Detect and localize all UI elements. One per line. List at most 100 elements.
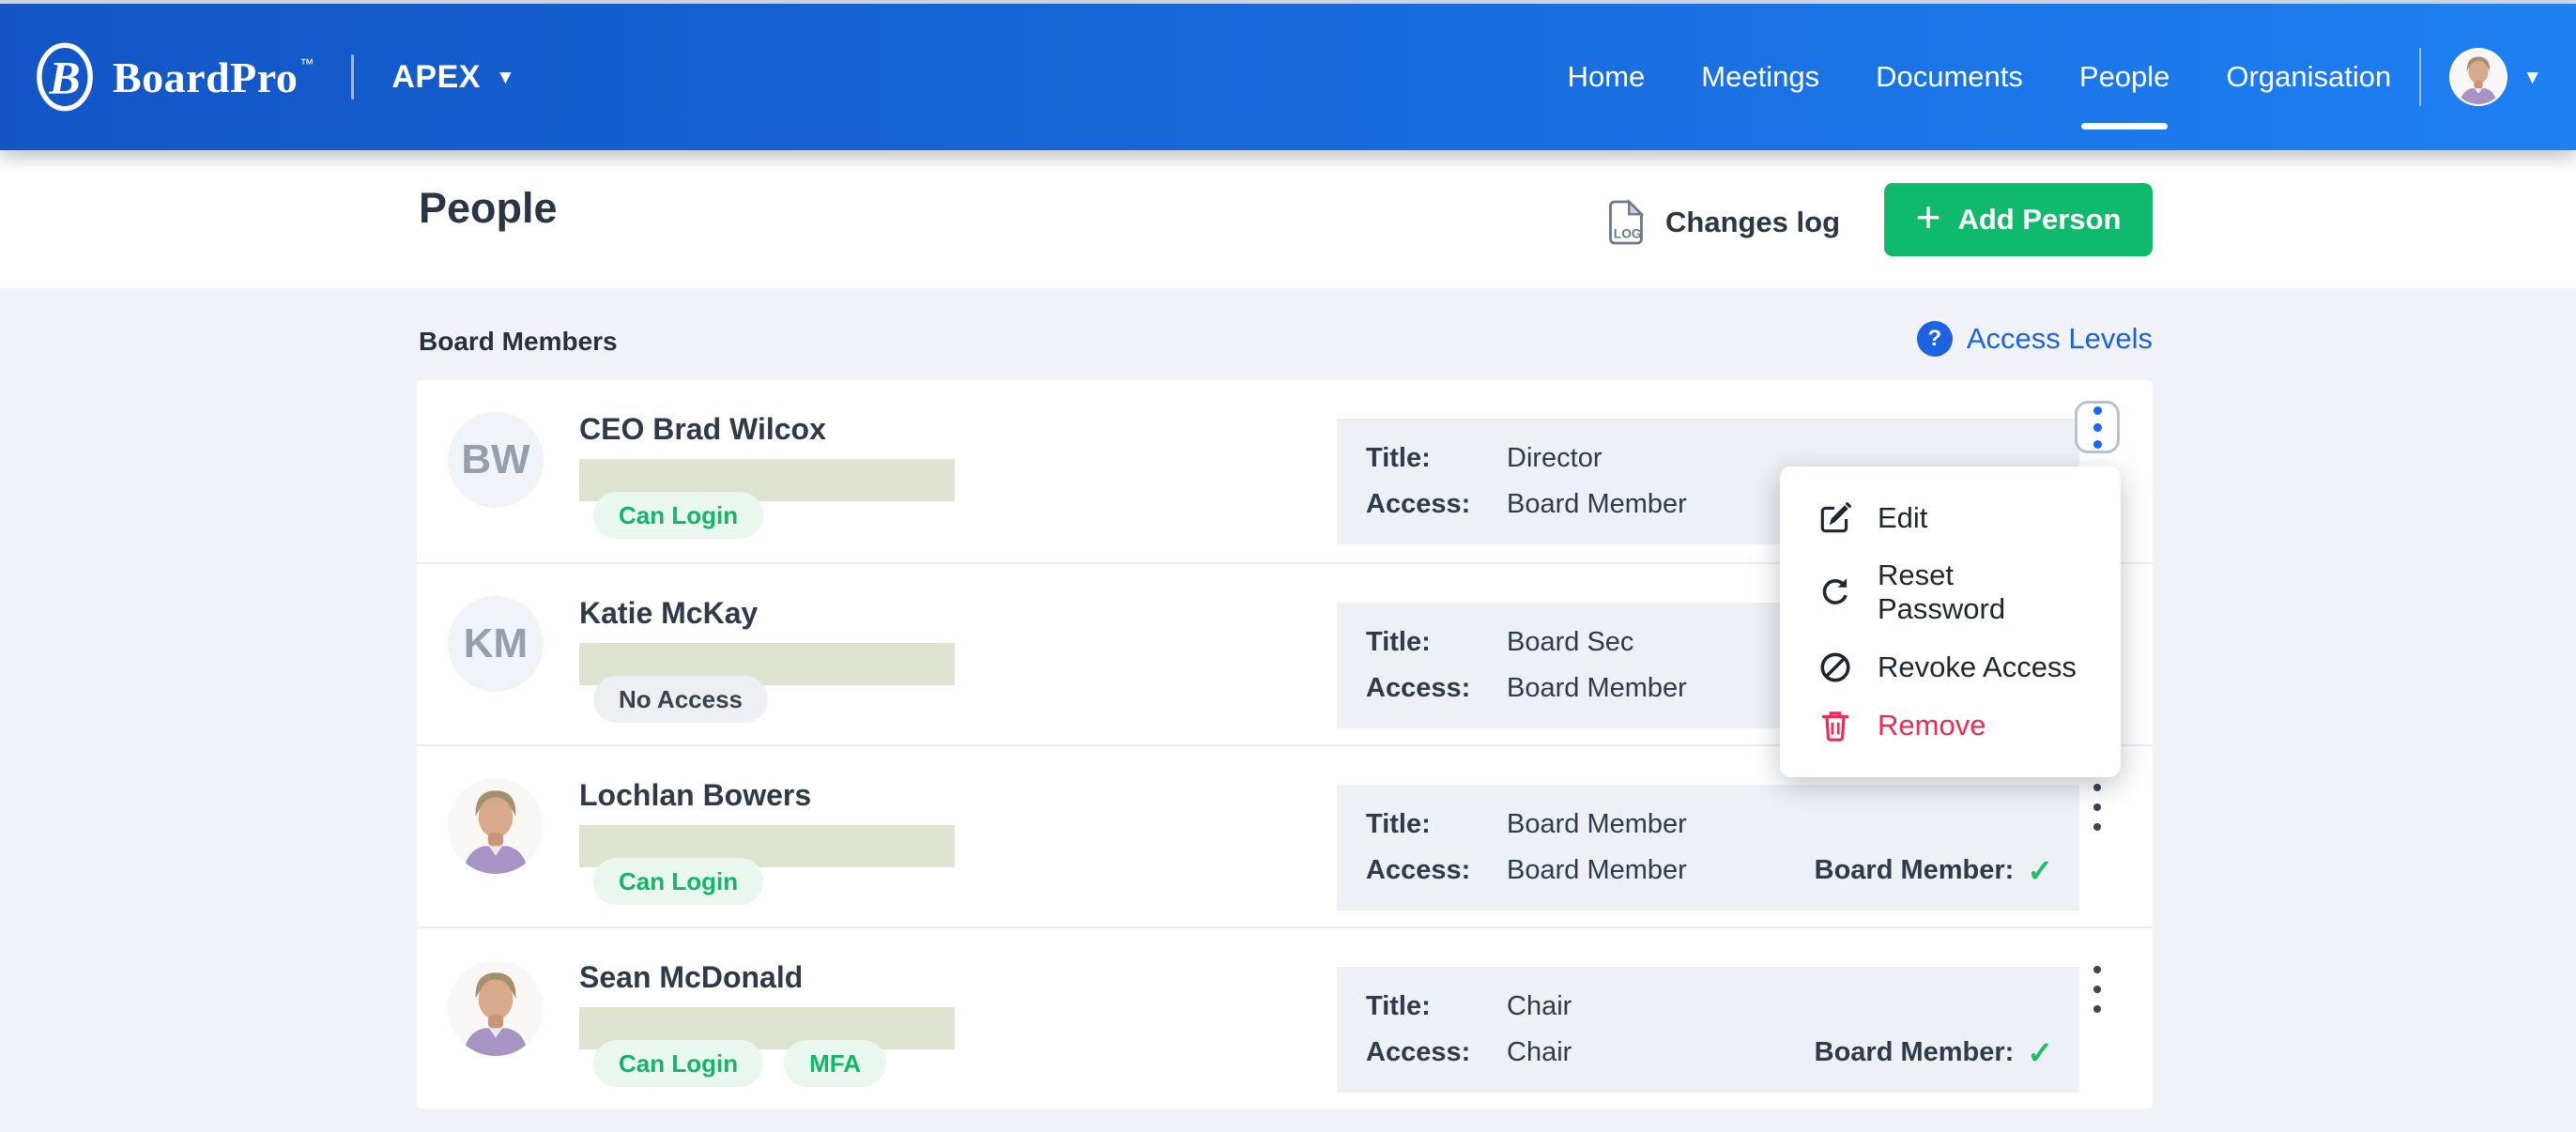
dot xyxy=(2093,1005,2101,1013)
row-actions-menu-button-active[interactable] xyxy=(2075,401,2120,453)
member-name: Sean McDonald xyxy=(579,960,803,995)
title-label: Title: xyxy=(1366,989,1507,1024)
org-switcher[interactable]: APEX ▼ xyxy=(391,59,514,96)
dot xyxy=(2093,440,2102,449)
dot xyxy=(2093,406,2102,415)
edit-icon xyxy=(1817,500,1853,536)
title-label: Title: xyxy=(1366,441,1507,476)
badges: No Access xyxy=(593,676,768,723)
dot xyxy=(2093,784,2101,791)
nav-item-documents[interactable]: Documents xyxy=(1876,4,2023,150)
dot xyxy=(2093,966,2101,973)
nav-item-label: Organisation xyxy=(2226,60,2391,94)
access-label: Access: xyxy=(1366,853,1507,888)
title-label: Title: xyxy=(1366,625,1507,660)
row-actions-context-menu: Edit Reset Password Revoke Access Remove xyxy=(1780,467,2121,777)
info-lines: Title: Board Member Access: Board Member xyxy=(1366,807,1687,888)
avatar-photo xyxy=(448,778,544,874)
access-value: Board Member xyxy=(1507,487,1687,522)
add-person-button[interactable]: + Add Person xyxy=(1884,183,2153,256)
member-name: Katie McKay xyxy=(579,596,758,631)
user-avatar-photo xyxy=(2451,50,2506,104)
changes-log-icon: LOG xyxy=(1605,198,1647,247)
page-header xyxy=(0,150,2576,288)
check-icon: ✓ xyxy=(2027,1037,2053,1068)
menu-item-label: Edit xyxy=(1878,501,1927,535)
badges: Can Login MFA xyxy=(593,1040,886,1087)
brand-name: BoardPro™ xyxy=(113,53,314,102)
member-info-panel: Title: Board Member Access: Board Member… xyxy=(1337,785,2079,910)
title-value: Board Sec xyxy=(1507,625,1633,660)
status-badge: MFA xyxy=(784,1040,886,1087)
dot xyxy=(2093,803,2101,811)
check-icon: ✓ xyxy=(2027,855,2053,886)
chevron-down-icon: ▼ xyxy=(496,68,515,87)
access-levels-link[interactable]: ? Access Levels xyxy=(1917,321,2153,357)
status-badge: Can Login xyxy=(593,858,763,905)
user-menu-chevron-down-icon[interactable]: ▼ xyxy=(2522,68,2542,87)
nav-item-label: Documents xyxy=(1876,60,2023,94)
changes-log-button[interactable]: LOG Changes log xyxy=(1605,193,1840,252)
access-line: Access: Chair xyxy=(1366,1035,1572,1070)
nav-item-meetings[interactable]: Meetings xyxy=(1701,4,1819,150)
page-title: People xyxy=(419,184,558,233)
access-label: Access: xyxy=(1366,487,1507,522)
nav-item-label: Meetings xyxy=(1701,60,1819,94)
avatar-initials: BW xyxy=(461,436,529,483)
menu-item-revoke-access[interactable]: Revoke Access xyxy=(1780,650,2121,685)
badges: Can Login xyxy=(593,858,763,905)
avatar xyxy=(448,778,544,874)
badges: Can Login xyxy=(593,492,763,539)
member-name: Lochlan Bowers xyxy=(579,778,811,813)
board-member-label: Board Member: xyxy=(1815,855,2015,886)
access-line: Access: Board Member xyxy=(1366,671,1687,706)
menu-item-label: Reset Password xyxy=(1878,558,2083,626)
nav-item-label: People xyxy=(2079,60,2170,94)
user-avatar[interactable] xyxy=(2449,48,2507,106)
status-badge: Can Login xyxy=(593,492,763,539)
nav-items: Home Meetings Documents People Organisat… xyxy=(1568,4,2392,150)
nav-item-organisation[interactable]: Organisation xyxy=(2226,4,2391,150)
nav-item-label: Home xyxy=(1568,60,1646,94)
access-label: Access: xyxy=(1366,1035,1507,1070)
row-actions-menu-button[interactable] xyxy=(2093,784,2101,831)
nav-item-home[interactable]: Home xyxy=(1568,4,1646,150)
svg-text:LOG: LOG xyxy=(1614,227,1642,241)
nav-item-people[interactable]: People xyxy=(2079,4,2170,150)
title-line: Title: Board Sec xyxy=(1366,625,1687,660)
plus-icon: + xyxy=(1916,195,1941,238)
avatar: BW xyxy=(448,412,544,508)
access-value: Board Member xyxy=(1507,671,1687,706)
menu-item-reset-password[interactable]: Reset Password xyxy=(1780,558,2121,626)
info-lines: Title: Board Sec Access: Board Member xyxy=(1366,625,1687,706)
reset-password-icon xyxy=(1817,574,1853,610)
svg-text:B: B xyxy=(48,51,80,103)
status-badge: Can Login xyxy=(593,1040,763,1087)
nav-divider xyxy=(2419,48,2421,106)
avatar-initials: KM xyxy=(464,620,528,667)
row-actions-menu-button[interactable] xyxy=(2093,966,2101,1013)
help-icon: ? xyxy=(1917,321,1953,357)
menu-item-remove[interactable]: Remove xyxy=(1780,708,2121,743)
member-row-sean-mcdonald: Sean McDonald Can Login MFA Title: Chair… xyxy=(417,926,2153,1109)
board-member-flag: Board Member: ✓ xyxy=(1815,855,2053,886)
title-value: Director xyxy=(1507,441,1602,476)
boardpro-logo[interactable]: B BoardPro™ xyxy=(34,41,314,113)
access-line: Access: Board Member xyxy=(1366,853,1687,888)
active-tab-underline xyxy=(2081,123,2168,130)
member-name: CEO Brad Wilcox xyxy=(579,412,826,447)
menu-item-edit[interactable]: Edit xyxy=(1780,500,2121,536)
title-label: Title: xyxy=(1366,807,1507,842)
menu-item-label: Remove xyxy=(1878,709,1986,742)
add-person-label: Add Person xyxy=(1957,203,2121,237)
avatar-photo xyxy=(448,960,544,1056)
title-line: Title: Director xyxy=(1366,441,1687,476)
boardpro-logo-icon: B xyxy=(34,41,96,113)
access-label: Access: xyxy=(1366,671,1507,706)
title-value: Chair xyxy=(1507,989,1572,1024)
title-line: Title: Chair xyxy=(1366,989,1572,1024)
member-info-panel: Title: Chair Access: Chair Board Member:… xyxy=(1337,967,2079,1093)
info-lines: Title: Director Access: Board Member xyxy=(1366,441,1687,522)
avatar: KM xyxy=(448,596,544,692)
menu-item-label: Revoke Access xyxy=(1878,650,2077,684)
